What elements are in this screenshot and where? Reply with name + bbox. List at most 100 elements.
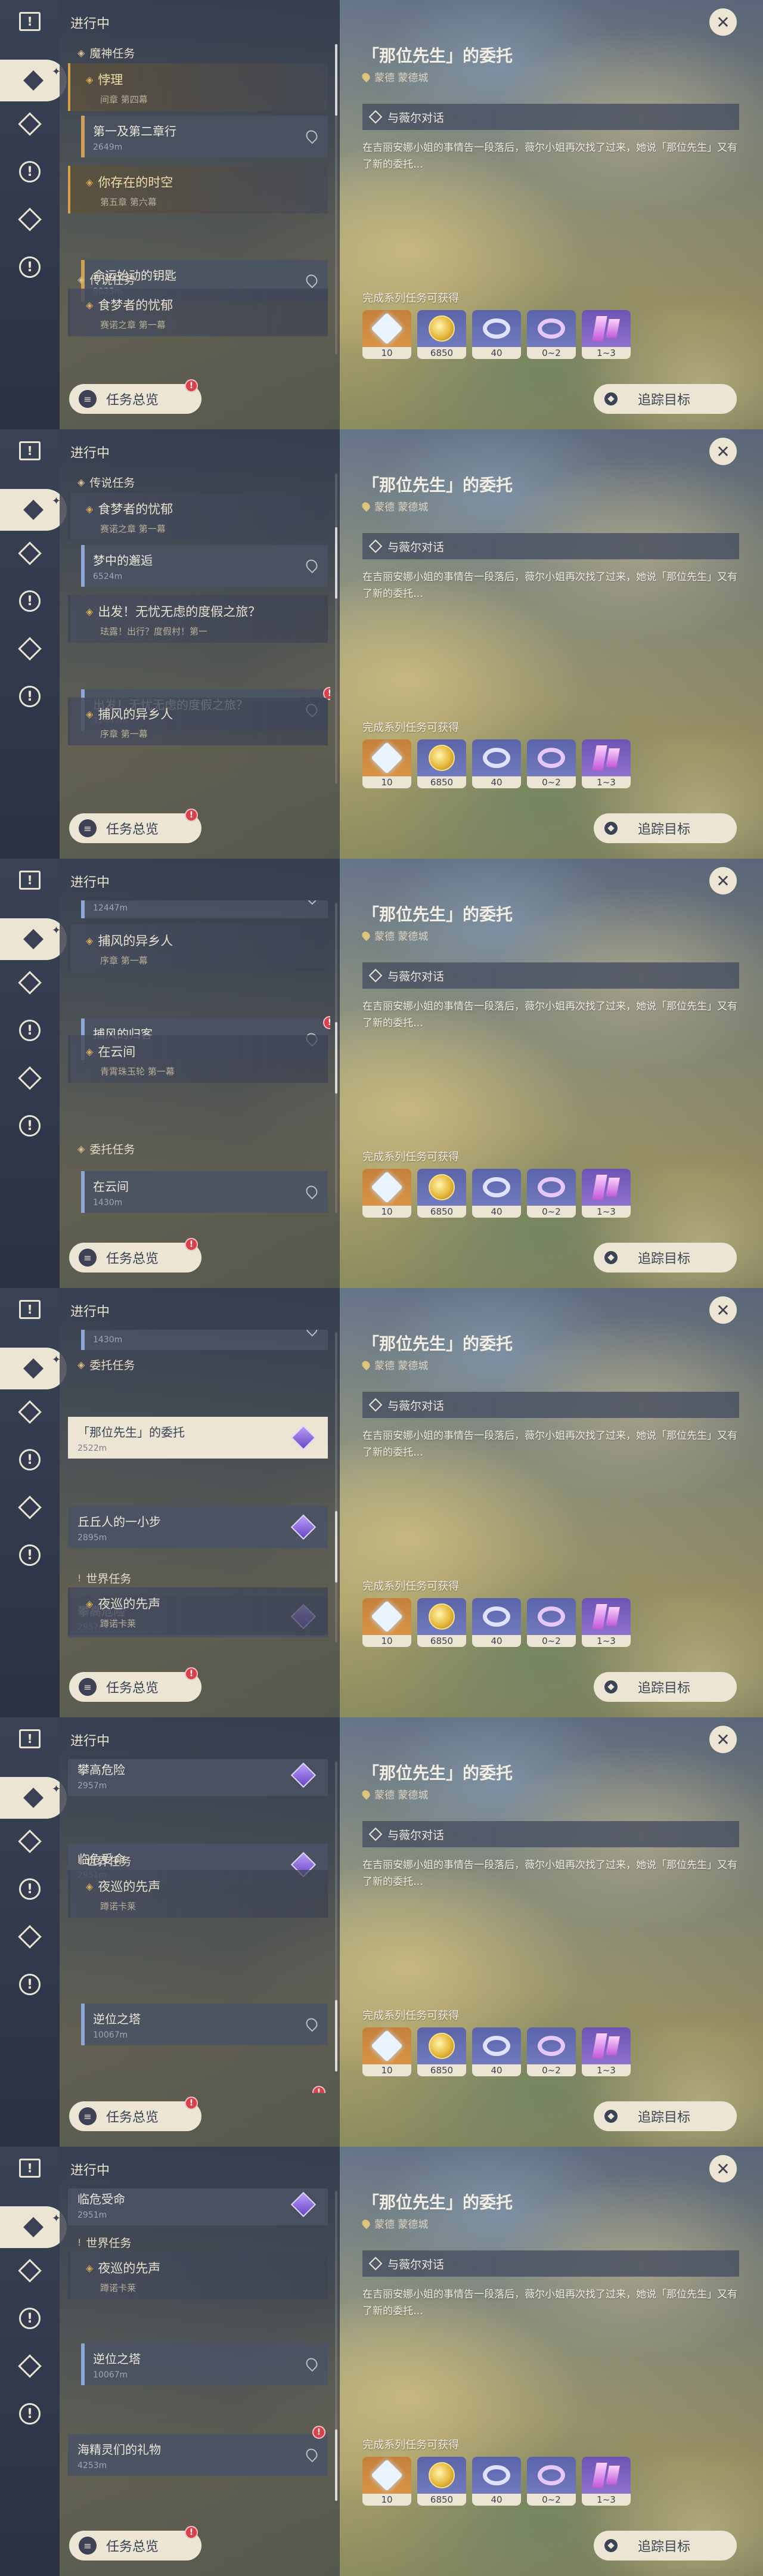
list-scrollbar[interactable] [335,473,337,784]
reward-item[interactable]: 0~2 [527,739,576,788]
archon-quests-tab[interactable] [13,2254,46,2287]
quest-step[interactable]: 在云间1430m! [81,1330,328,1350]
quest-step[interactable]: 逆位之塔 10067m [81,2004,328,2045]
commission-quests-tab[interactable] [13,2349,46,2383]
reward-item[interactable]: 1~3 [582,2027,631,2076]
quest-list-scroll[interactable]: 临危受命 2951m!! 世界任务 ◈ 夜巡的先声蹲诺卡莱逆位之塔 10067m 海精灵们的… [68,2188,330,2522]
quest-step[interactable]: 出发！无忧无虑的度假之旅？12447m [81,900,328,918]
story-quests-tab[interactable]: ! [13,1443,46,1476]
archon-quests-tab[interactable] [13,537,46,570]
quest-group[interactable]: ◈ 夜巡的先声 蹲诺卡莱 [68,1870,328,1918]
quest-overview-button[interactable]: ≡ 任务总览! [69,2097,201,2131]
close-button[interactable]: ✕ [709,1296,737,1324]
reward-item[interactable]: 10 [362,310,411,359]
track-objective-button[interactable]: 追踪目标 [594,1243,737,1272]
reward-item[interactable]: 10 [362,2027,411,2076]
book-icon[interactable]: ! [13,434,46,467]
book-icon[interactable]: ! [13,2151,46,2185]
reward-item[interactable]: 0~2 [527,2027,576,2076]
quest-group[interactable]: ◈ 捕风的异乡人 序章 第一幕 [68,698,328,745]
quest-group[interactable]: ◈ 在云间 青霄珠玉轮 第一幕 [68,1035,328,1083]
reward-item[interactable]: 6850 [417,2027,466,2076]
list-scrollbar[interactable] [335,1332,337,1642]
reward-item[interactable]: 40 [472,310,521,359]
commission-item[interactable]: 临危受命2951m! [68,2188,328,2225]
reward-item[interactable]: 10 [362,1169,411,1218]
all-quests-tab[interactable]: ✦ [0,60,67,101]
quest-group[interactable]: ◈ 你存在的时空 第五章 第六幕 [68,166,328,213]
book-icon[interactable]: ! [13,1293,46,1326]
close-button[interactable]: ✕ [709,2155,737,2182]
reward-item[interactable]: 0~2 [527,310,576,359]
list-scrollbar[interactable] [335,1761,337,2072]
commission-quests-tab[interactable] [13,1061,46,1095]
quest-list-scroll[interactable]: ◈ 传说任务 ◈ 食梦者的忧郁 赛诺之章 第一幕 梦中的邂逅 6524m ◈ 出发！无忧无虑的度… [68,471,330,805]
reward-item[interactable]: 40 [472,2457,521,2506]
reward-item[interactable]: 10 [362,739,411,788]
story-quests-tab[interactable]: ! [13,1872,46,1906]
archon-quests-tab[interactable] [13,966,46,999]
world-quests-tab[interactable]: ! [13,680,46,713]
all-quests-tab[interactable]: ✦ [0,489,67,531]
world-quests-tab[interactable]: ! [13,2397,46,2431]
quest-group[interactable]: ◈ 捕风的异乡人 序章 第一幕 [68,924,328,972]
reward-item[interactable]: 6850 [417,739,466,788]
world-quests-tab[interactable]: ! [13,1109,46,1143]
quest-list-scroll[interactable]: 攀高危险2957m!临危受命2951m!世界任务◈夜巡的先声蹲诺卡莱逆位之塔10… [68,1759,330,2093]
story-quests-tab[interactable]: ! [13,1014,46,1047]
reward-item[interactable]: 0~2 [527,2457,576,2506]
quest-list-scroll[interactable]: 出发！无忧无虑的度假之旅？12447m◈捕风的异乡人序章 第一幕捕风的归客!◈在… [68,900,330,1234]
reward-item[interactable]: 1~3 [582,310,631,359]
book-icon[interactable]: ! [13,1722,46,1755]
close-button[interactable]: ✕ [709,867,737,894]
list-scrollbar[interactable] [335,44,337,354]
track-objective-button[interactable]: 追踪目标 [594,1672,737,1702]
commission-quests-tab[interactable] [13,632,46,665]
quest-list-scroll[interactable]: 在云间 1430m! ◈ 委托任务「那位先生」的委托 2522m 丘丘人的一小步 2895m… [68,1330,330,1664]
close-button[interactable]: ✕ [709,1726,737,1753]
archon-quests-tab[interactable] [13,1395,46,1429]
reward-item[interactable]: 1~3 [582,1598,631,1647]
track-objective-button[interactable]: 追踪目标 [594,2101,737,2131]
reward-item[interactable]: 10 [362,2457,411,2506]
quest-step[interactable]: 在云间 1430m [81,1171,328,1213]
quest-overview-button[interactable]: ≡ 任务总览! [69,1667,201,1702]
commission-item[interactable]: 海精灵们的礼物 4253m! [68,2426,328,2476]
reward-item[interactable]: 40 [472,1598,521,1647]
commission-quests-tab[interactable] [13,1491,46,1524]
reward-item[interactable]: 6850 [417,310,466,359]
quest-list-scroll[interactable]: ◈ 魔神任务 ◈ 悖理 间章 第四幕 第一及第二章行 2649m ◈ 你存在的时空 第五章 第六幕… [68,42,330,376]
quest-overview-button[interactable]: ≡ 任务总览! [69,2526,201,2560]
reward-item[interactable]: 1~3 [582,1169,631,1218]
commission-quests-tab[interactable] [13,203,46,236]
reward-item[interactable]: 10 [362,1598,411,1647]
quest-overview-button[interactable]: ≡ 任务总览! [69,809,201,843]
archon-quests-tab[interactable] [13,107,46,141]
reward-item[interactable]: 6850 [417,2457,466,2506]
world-quests-tab[interactable]: ! [13,1968,46,2001]
close-button[interactable]: ✕ [709,8,737,36]
story-quests-tab[interactable]: ! [13,155,46,188]
reward-item[interactable]: 6850 [417,1598,466,1647]
quest-group[interactable]: ◈ 食梦者的忧郁 赛诺之章 第一幕 [68,289,328,336]
track-objective-button[interactable]: 追踪目标 [594,813,737,843]
story-quests-tab[interactable]: ! [13,2302,46,2335]
reward-item[interactable]: 6850 [417,1169,466,1218]
all-quests-tab[interactable]: ✦ [0,918,67,960]
reward-item[interactable]: 1~3 [582,739,631,788]
all-quests-tab[interactable]: ✦ [0,2206,67,2248]
commission-item[interactable]: 「那位先生」的委托 2522m [68,1417,328,1459]
quest-group[interactable]: ◈ 悖理 间章 第四幕 [68,63,328,111]
book-icon[interactable]: ! [13,863,46,897]
story-quests-tab[interactable]: ! [13,584,46,618]
archon-quests-tab[interactable] [13,1825,46,1858]
reward-item[interactable]: 1~3 [582,2457,631,2506]
world-quests-tab[interactable]: ! [13,1538,46,1572]
quest-group[interactable]: ◈ 夜巡的先声 蹲诺卡莱 [68,2252,328,2299]
commission-item[interactable]: 丘丘人的一小步 2895m [68,1506,328,1548]
reward-item[interactable]: 40 [472,739,521,788]
all-quests-tab[interactable]: ✦ [0,1348,67,1389]
reward-item[interactable]: 0~2 [527,1169,576,1218]
quest-step[interactable]: 逆位之塔 10067m [81,2343,328,2385]
all-quests-tab[interactable]: ✦ [0,1777,67,1819]
